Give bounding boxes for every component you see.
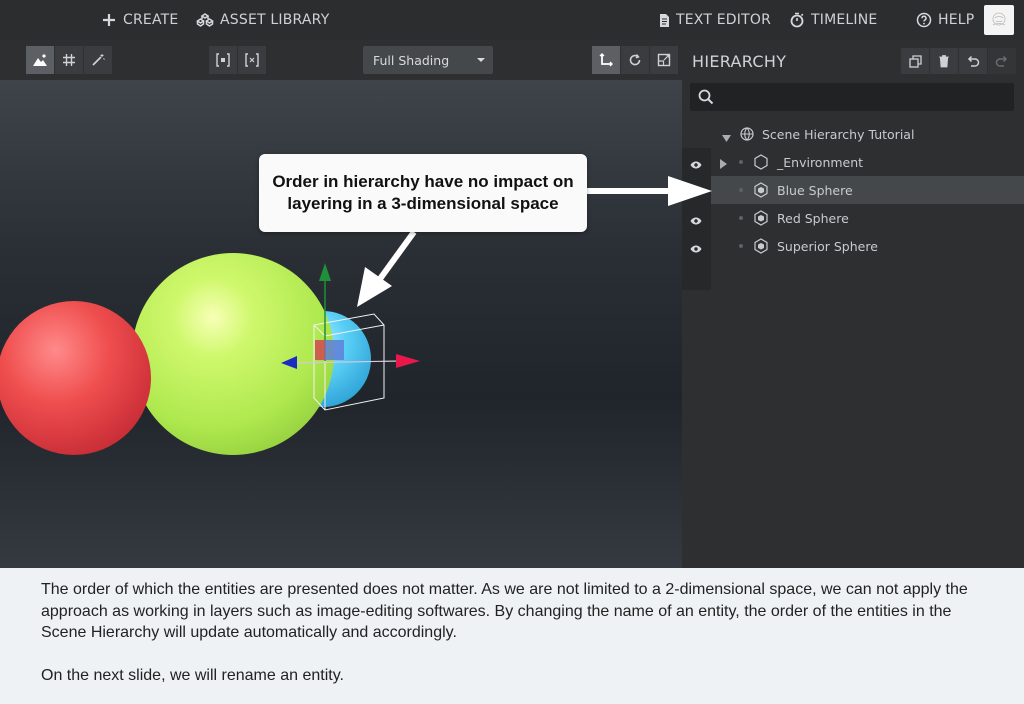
- status-dot: [739, 160, 743, 164]
- visibility-eye-icon[interactable]: [690, 156, 702, 174]
- globe-icon: [740, 127, 754, 144]
- avatar-sketch-icon: [992, 12, 1006, 26]
- top-menu-bar: CREATE ASSET LIBRARY TEXT EDITOR TIMELIN…: [0, 0, 1024, 40]
- rotate-button[interactable]: [621, 46, 649, 74]
- transform-group: [592, 46, 679, 74]
- asset-library-icon: [196, 12, 214, 28]
- slide-caption: The order of which the entities are pres…: [0, 568, 1024, 704]
- grid-button[interactable]: [55, 46, 83, 74]
- create-label: CREATE: [123, 12, 179, 28]
- caption-paragraph-1: The order of which the entities are pres…: [41, 581, 968, 641]
- red-sphere[interactable]: [0, 301, 151, 455]
- viewport-toolbar: [0, 40, 682, 80]
- redo-button[interactable]: [988, 48, 1016, 74]
- translate-button[interactable]: [592, 46, 620, 74]
- help-icon: [916, 12, 932, 28]
- duplicate-icon: [908, 54, 922, 68]
- visibility-eye-icon[interactable]: [690, 212, 702, 230]
- framing-group: [209, 46, 267, 74]
- callout-line-1: Order in hierarchy have no impact on: [272, 172, 574, 191]
- create-menu[interactable]: CREATE: [101, 0, 178, 40]
- document-icon: [658, 12, 670, 28]
- status-dot: [739, 188, 743, 192]
- hexagon-icon: [754, 154, 768, 173]
- frame-all-icon: [245, 53, 259, 67]
- tree-item-blue-sphere[interactable]: Blue Sphere: [711, 176, 1024, 204]
- callout-line-2: layering in a 3-dimensional space: [287, 194, 559, 213]
- tree-item-label: Red Sphere: [777, 211, 849, 226]
- tree-item-scene-root[interactable]: Scene Hierarchy Tutorial: [711, 120, 1024, 148]
- shading-dropdown[interactable]: Full Shading: [363, 46, 493, 74]
- tree-item-superior-sphere[interactable]: Superior Sphere: [711, 232, 1024, 260]
- stopwatch-icon: [789, 12, 805, 28]
- translate-icon: [599, 53, 613, 67]
- tree-item-red-sphere[interactable]: Red Sphere: [711, 204, 1024, 232]
- scale-button[interactable]: [650, 46, 678, 74]
- help-label: HELP: [938, 12, 975, 28]
- caption-paragraph-2: On the next slide, we will rename an ent…: [41, 666, 344, 684]
- frame-all-button[interactable]: [238, 46, 266, 74]
- tree-item-label: Superior Sphere: [777, 239, 878, 254]
- tree-item-environment[interactable]: _Environment: [711, 148, 1024, 176]
- search-icon: [698, 89, 714, 110]
- status-dot: [739, 244, 743, 248]
- timeline-menu[interactable]: TIMELINE: [789, 0, 877, 40]
- help-menu[interactable]: HELP: [916, 0, 974, 40]
- annotation-callout: Order in hierarchy have no impact on lay…: [259, 154, 587, 232]
- text-editor-label: TEXT EDITOR: [676, 12, 771, 28]
- trash-icon: [939, 55, 949, 68]
- view-mode-group: [26, 46, 113, 74]
- text-editor-menu[interactable]: TEXT EDITOR: [658, 0, 771, 40]
- x-axis-handle[interactable]: [396, 354, 420, 368]
- chevron-down-icon: [477, 58, 485, 62]
- entity-icon: [754, 238, 768, 257]
- undo-button[interactable]: [959, 48, 987, 74]
- duplicate-button[interactable]: [901, 48, 929, 74]
- scene-view-icon: [33, 54, 47, 66]
- tree-item-label: _Environment: [777, 155, 864, 170]
- asset-library-label: ASSET LIBRARY: [220, 12, 330, 28]
- redo-icon: [995, 55, 1008, 67]
- panel-title: HIERARCHY: [692, 52, 787, 71]
- y-axis-handle[interactable]: [319, 263, 331, 281]
- hierarchy-search[interactable]: [690, 83, 1014, 111]
- entity-icon: [754, 182, 768, 201]
- hierarchy-panel: HIERARCHY Scene Hierarchy Tutorial _Envi…: [682, 40, 1024, 568]
- timeline-label: TIMELINE: [811, 12, 878, 28]
- status-dot: [739, 216, 743, 220]
- user-avatar[interactable]: [984, 5, 1014, 35]
- scene-view-button[interactable]: [26, 46, 54, 74]
- undo-icon: [967, 55, 980, 67]
- search-input[interactable]: [720, 87, 1000, 107]
- rotate-icon: [629, 54, 641, 66]
- effects-button[interactable]: [84, 46, 112, 74]
- tree-item-label: Blue Sphere: [777, 183, 853, 198]
- asset-library-menu[interactable]: ASSET LIBRARY: [196, 0, 329, 40]
- hierarchy-actions: [901, 48, 1017, 74]
- expand-arrow-icon[interactable]: [722, 130, 731, 145]
- collapse-arrow-icon[interactable]: [720, 157, 727, 172]
- shading-value: Full Shading: [373, 52, 450, 68]
- grid-icon: [63, 54, 75, 66]
- frame-selection-icon: [216, 53, 230, 67]
- visibility-eye-icon[interactable]: [690, 240, 702, 258]
- plus-icon: [101, 12, 117, 28]
- tree-item-label: Scene Hierarchy Tutorial: [762, 127, 915, 142]
- frame-selection-button[interactable]: [209, 46, 237, 74]
- delete-button[interactable]: [930, 48, 958, 74]
- scale-icon: [657, 53, 671, 67]
- magic-wand-icon: [92, 54, 105, 66]
- superior-sphere[interactable]: [132, 253, 334, 455]
- entity-icon: [754, 210, 768, 229]
- editor-window: CREATE ASSET LIBRARY TEXT EDITOR TIMELIN…: [0, 0, 1024, 704]
